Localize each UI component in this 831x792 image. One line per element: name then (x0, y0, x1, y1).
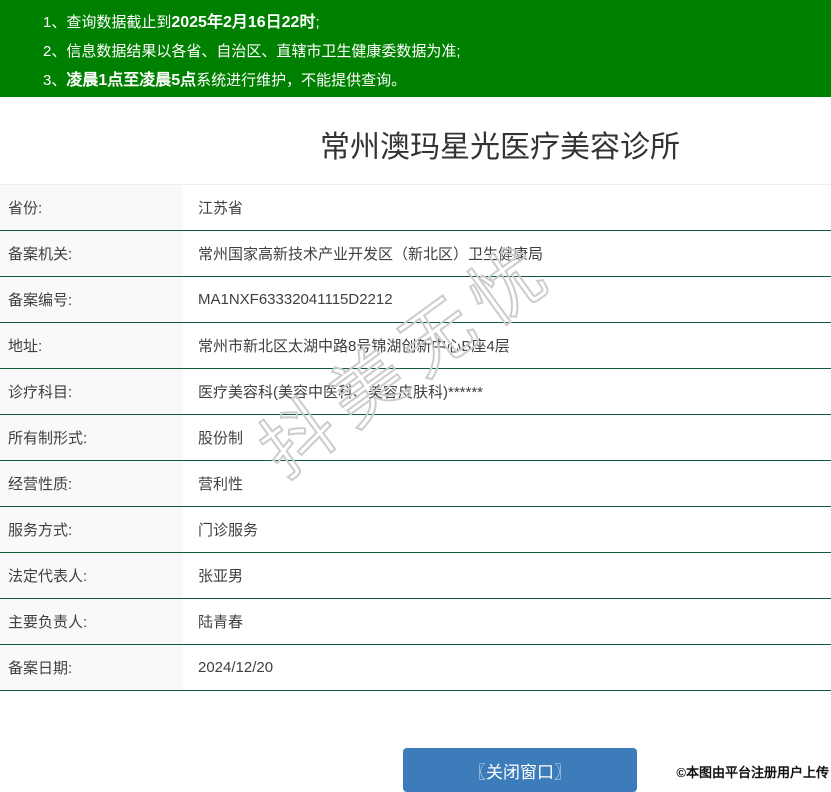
row-label: 地址: (0, 323, 183, 368)
notice-line-3: 3、凌晨1点至凌晨5点系统进行维护，不能提供查询。 (43, 66, 821, 95)
row-value: 医疗美容科(美容中医科、美容皮肤科)****** (198, 384, 484, 401)
notice-line-2: 2、信息数据结果以各省、自治区、直辖市卫生健康委数据为准; (43, 37, 821, 66)
notice-text: 系统进行维护，不能提供查询。 (196, 72, 407, 89)
row-value: 陆青春 (198, 614, 244, 631)
row-label: 所有制形式: (0, 415, 183, 460)
table-row-record-number: 备案编号: MA1NXF63332041115D2212 (0, 277, 831, 323)
table-row-province: 省份: 江苏省 (0, 185, 831, 231)
platform-upload-stamp: ©本图由平台注册用户上传 (676, 765, 829, 780)
row-label: 经营性质: (0, 461, 183, 506)
notice-number: 1、 (43, 14, 67, 31)
page-title: 常州澳玛星光医疗美容诊所 (320, 131, 680, 164)
row-label: 备案日期: (0, 645, 183, 690)
row-label: 备案机关: (0, 231, 183, 276)
notice-text: 查询数据截止到 (66, 14, 172, 31)
row-value: 2024/12/20 (198, 659, 274, 676)
row-label: 服务方式: (0, 507, 183, 552)
notice-text-bold: 凌晨1点至凌晨5点 (66, 72, 197, 89)
close-window-button[interactable]: 〖关闭窗口〗 (403, 748, 637, 792)
table-row-ownership: 所有制形式: 股份制 (0, 415, 831, 461)
row-label: 主要负责人: (0, 599, 183, 644)
notice-number: 2、 (43, 43, 67, 60)
table-row-departments: 诊疗科目: 医疗美容科(美容中医科、美容皮肤科)****** (0, 369, 831, 415)
notice-text: ; (315, 14, 320, 31)
notice-number: 3、 (43, 72, 67, 89)
row-value: 营利性 (198, 476, 244, 493)
row-value: 江苏省 (198, 200, 244, 217)
table-row-legal-representative: 法定代表人: 张亚男 (0, 553, 831, 599)
registration-info-table: 省份: 江苏省 备案机关: 常州国家高新技术产业开发区（新北区）卫生健康局 备案… (0, 184, 831, 691)
row-label: 诊疗科目: (0, 369, 183, 414)
notice-header: 1、查询数据截止到2025年2月16日22时; 2、信息数据结果以各省、自治区、… (0, 0, 831, 97)
table-row-record-date: 备案日期: 2024/12/20 (0, 645, 831, 691)
row-label: 法定代表人: (0, 553, 183, 598)
table-row-person-in-charge: 主要负责人: 陆青春 (0, 599, 831, 645)
row-value: 常州市新北区太湖中路8号锦湖创新中心B座4层 (198, 338, 510, 355)
row-label: 省份: (0, 185, 183, 230)
row-value: 张亚男 (198, 568, 244, 585)
row-value: MA1NXF63332041115D2212 (198, 291, 393, 308)
table-row-business-nature: 经营性质: 营利性 (0, 461, 831, 507)
table-row-service-mode: 服务方式: 门诊服务 (0, 507, 831, 553)
notice-line-1: 1、查询数据截止到2025年2月16日22时; (43, 8, 821, 37)
row-value: 常州国家高新技术产业开发区（新北区）卫生健康局 (198, 246, 544, 263)
row-value: 门诊服务 (198, 522, 259, 539)
row-value: 股份制 (198, 430, 244, 447)
table-row-address: 地址: 常州市新北区太湖中路8号锦湖创新中心B座4层 (0, 323, 831, 369)
notice-text: 信息数据结果以各省、自治区、直辖市卫生健康委数据为准; (66, 43, 461, 60)
row-label: 备案编号: (0, 277, 183, 322)
notice-text-bold: 2025年2月16日22时 (171, 14, 316, 31)
table-row-authority: 备案机关: 常州国家高新技术产业开发区（新北区）卫生健康局 (0, 231, 831, 277)
